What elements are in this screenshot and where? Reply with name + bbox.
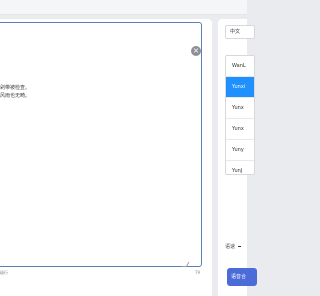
voice-list-item[interactable]: Yuny <box>226 140 254 161</box>
speed-control[interactable]: 语速 <box>225 243 242 250</box>
voice-list-item[interactable]: YunJ <box>226 161 254 174</box>
voice-list: WanL Yunxi Yunx Yunx Yuny YunJ <box>225 55 255 175</box>
character-count: 79 <box>195 270 201 275</box>
text-input-area[interactable] <box>0 22 202 267</box>
editor-status-text: 级行 <box>0 270 8 275</box>
synthesize-button[interactable]: 语音合 <box>227 268 257 286</box>
top-bar <box>0 0 247 15</box>
voice-list-item[interactable]: WanL <box>226 56 254 77</box>
voice-list-item[interactable]: Yunx <box>226 98 254 119</box>
language-select[interactable]: 中文 <box>225 25 255 39</box>
text-line: 剁带被检查。 <box>0 85 31 91</box>
clear-text-button[interactable]: × <box>191 46 201 56</box>
close-icon: × <box>192 46 200 55</box>
voice-list-item[interactable]: Yunx <box>226 119 254 140</box>
speed-slider-track[interactable] <box>238 246 242 247</box>
language-select-value: 中文 <box>230 29 241 35</box>
speed-label: 语速 <box>225 244 236 250</box>
synthesize-button-label: 语音合 <box>231 274 247 280</box>
voice-list-item-selected[interactable]: Yunxi <box>226 77 254 98</box>
text-line: 风雨也无畸。 <box>0 93 31 99</box>
